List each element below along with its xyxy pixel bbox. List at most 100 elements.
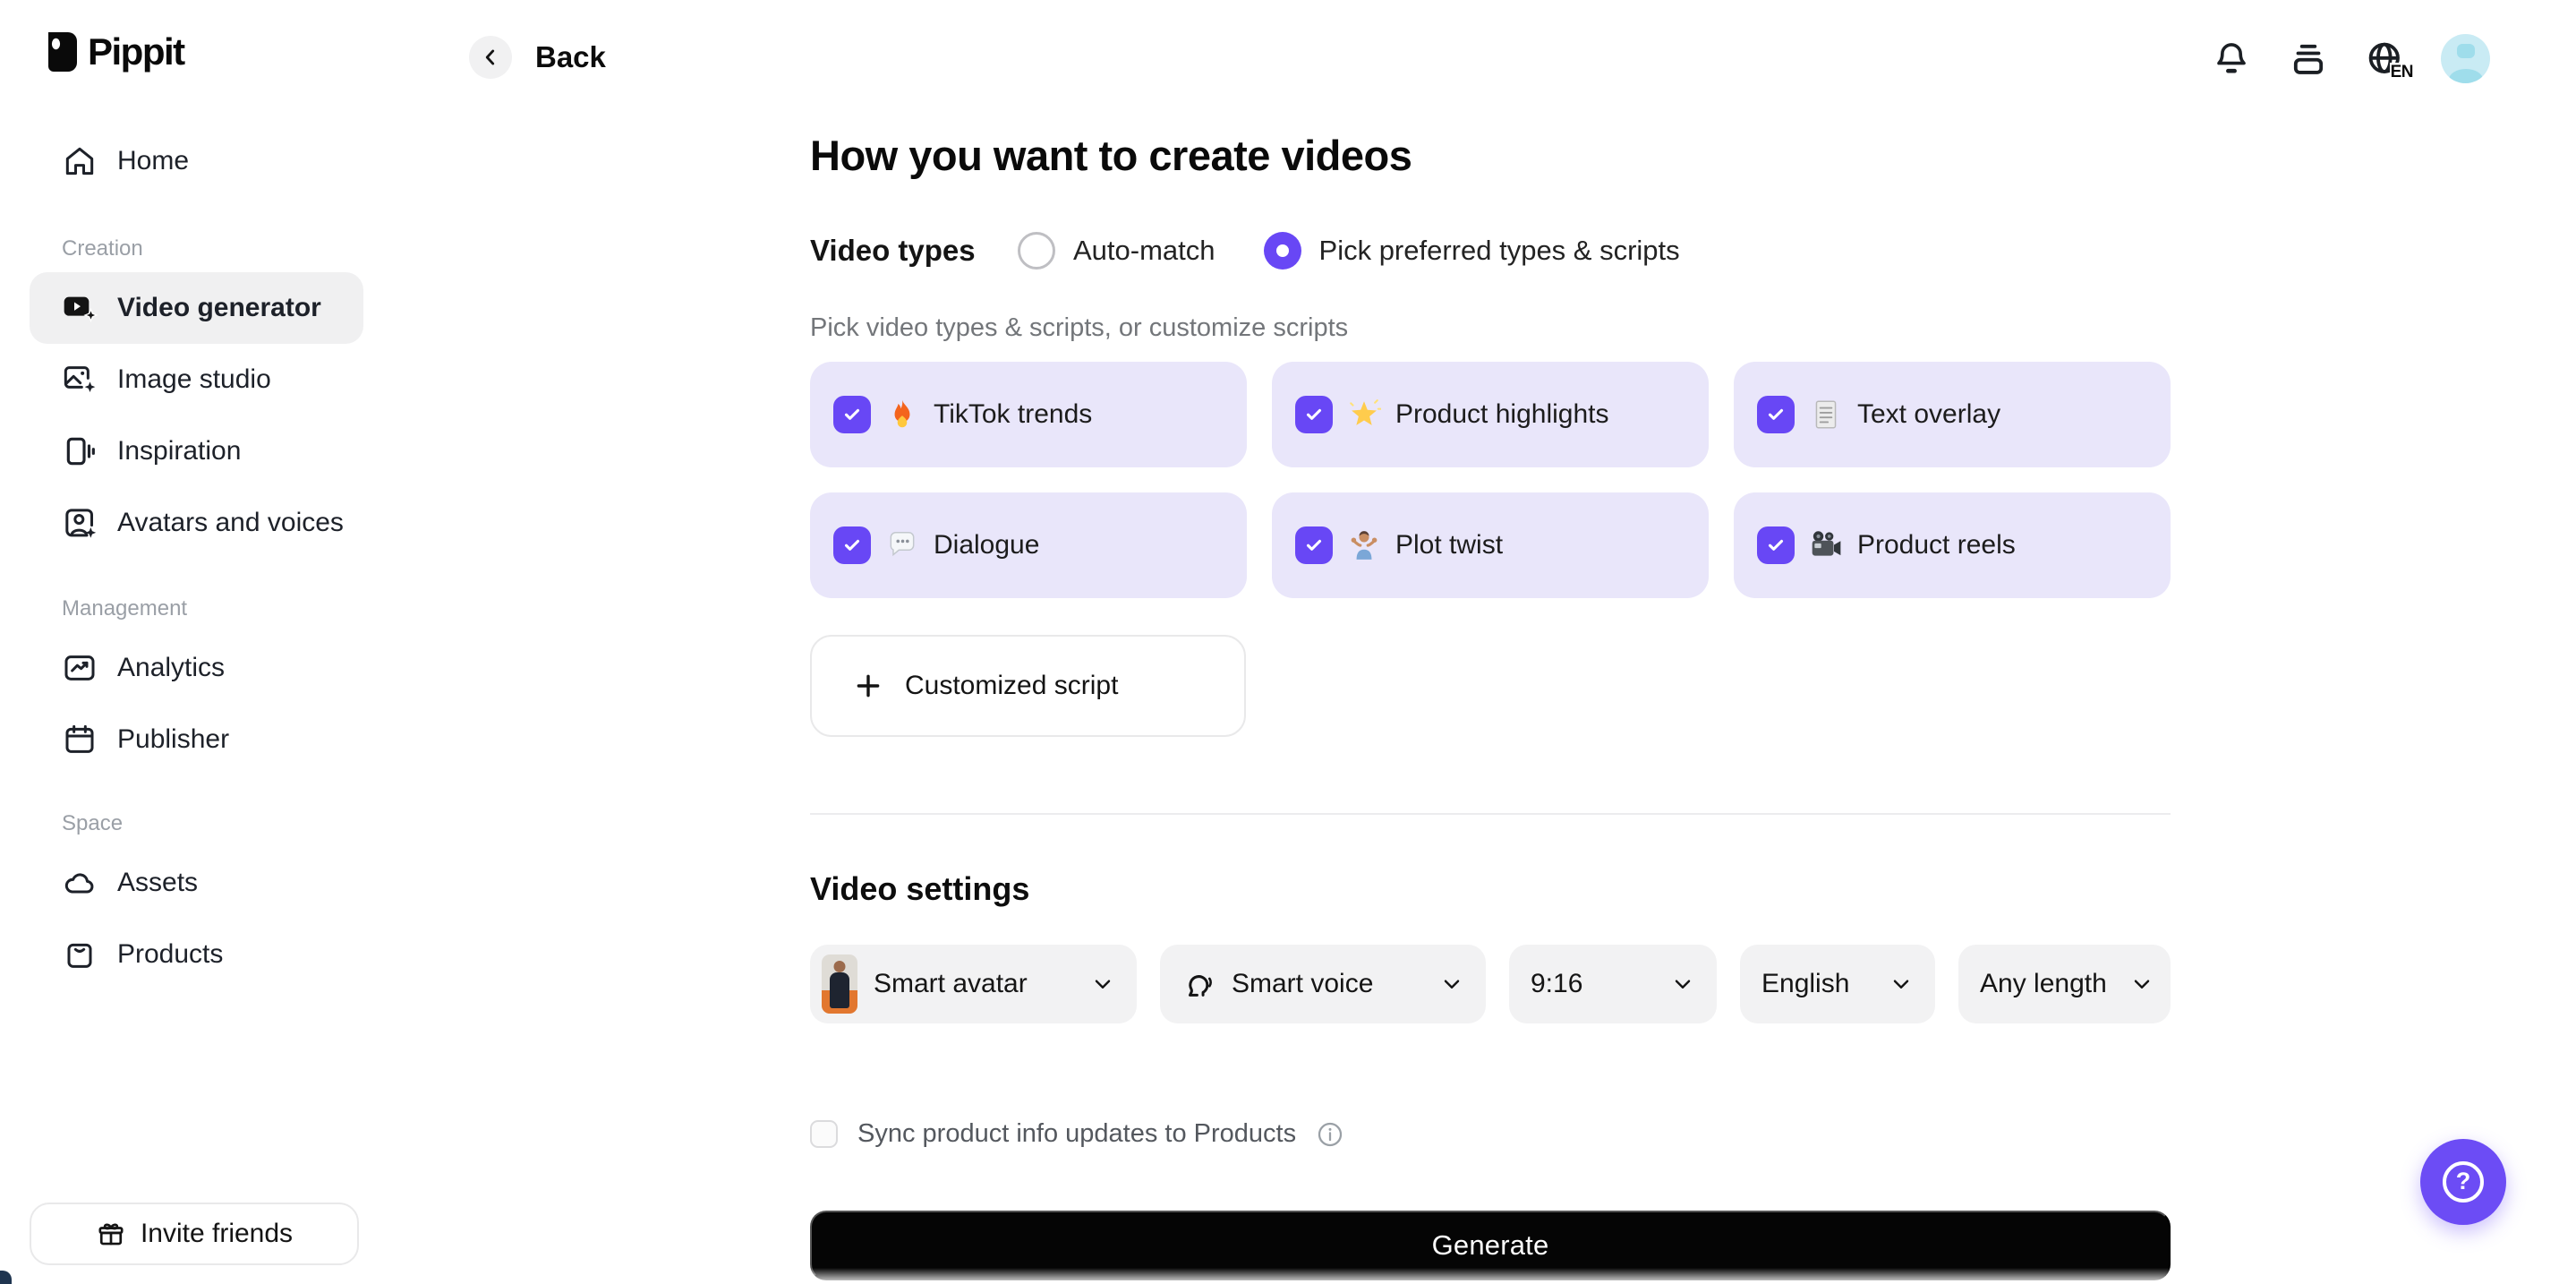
pippit-app: Pippit Back EN Home Creation Video gener… bbox=[0, 0, 2576, 1284]
back-circle[interactable] bbox=[469, 36, 512, 79]
sidebar-item-video-generator[interactable]: Video generator bbox=[30, 272, 363, 344]
radio-pick-preferred-label: Pick preferred types & scripts bbox=[1318, 235, 1680, 266]
user-avatar[interactable] bbox=[2441, 34, 2490, 83]
movie-camera-emoji-icon bbox=[1812, 531, 1841, 556]
sidebar-section-management: Management bbox=[62, 596, 188, 621]
customized-script-label: Customized script bbox=[905, 671, 1119, 700]
video-settings-dropdowns: Smart avatar Smart voice 9:16 English An… bbox=[810, 945, 2171, 1023]
chevron-down-icon bbox=[1444, 980, 1460, 989]
back-label: Back bbox=[535, 40, 606, 73]
products-bag-icon bbox=[67, 943, 92, 968]
pippit-logo-icon bbox=[48, 32, 77, 72]
sidebar-item-image-studio[interactable]: Image studio bbox=[30, 344, 363, 415]
sidebar-item-analytics[interactable]: Analytics bbox=[30, 632, 363, 704]
card-label: Text overlay bbox=[1857, 399, 2001, 429]
sidebar: Home Creation Video generator Image stud… bbox=[0, 106, 394, 990]
language-dropdown[interactable]: English bbox=[1740, 945, 1935, 1023]
sidebar-item-label: Inspiration bbox=[117, 436, 242, 466]
card-text-overlay[interactable]: Text overlay bbox=[1734, 362, 2171, 467]
language-globe-icon[interactable]: EN bbox=[2364, 38, 2414, 82]
card-label: Plot twist bbox=[1395, 530, 1504, 560]
analytics-icon bbox=[64, 655, 95, 681]
checkbox-checked-icon[interactable] bbox=[1295, 526, 1333, 564]
sync-products-row: Sync product info updates to Products bbox=[810, 1119, 1344, 1149]
video-generator-icon bbox=[64, 296, 98, 323]
help-button[interactable]: ? bbox=[2420, 1139, 2506, 1225]
notifications-bell-icon[interactable] bbox=[2210, 38, 2253, 81]
sidebar-item-products[interactable]: Products bbox=[30, 919, 363, 990]
avatars-and-voices-icon bbox=[65, 509, 97, 538]
page-title: How you want to create videos bbox=[810, 132, 1412, 179]
smart-voice-dropdown[interactable]: Smart voice bbox=[1160, 945, 1486, 1023]
sidebar-section-creation: Creation bbox=[62, 236, 143, 261]
chevron-down-icon bbox=[1675, 980, 1691, 989]
sidebar-item-label: Video generator bbox=[117, 293, 321, 322]
sidebar-item-label: Avatars and voices bbox=[117, 508, 344, 537]
radio-auto-match-label: Auto-match bbox=[1073, 235, 1215, 266]
radio-auto-match[interactable]: Auto-match bbox=[1018, 232, 1215, 270]
language-label: EN bbox=[2389, 62, 2414, 82]
pippit-logo[interactable]: Pippit bbox=[43, 30, 185, 73]
sidebar-item-label: Assets bbox=[117, 868, 199, 897]
page-emoji-icon bbox=[1815, 400, 1837, 429]
card-product-reels[interactable]: Product reels bbox=[1734, 492, 2171, 598]
info-icon[interactable] bbox=[1316, 1120, 1344, 1149]
chevron-down-icon bbox=[1095, 980, 1111, 989]
invite-friends-label: Invite friends bbox=[140, 1219, 294, 1248]
checkbox-checked-icon[interactable] bbox=[1757, 396, 1795, 433]
card-tiktok-trends[interactable]: TikTok trends bbox=[810, 362, 1247, 467]
sync-checkbox-unchecked[interactable] bbox=[810, 1120, 838, 1148]
video-types-row: Video types Auto-match Pick preferred ty… bbox=[810, 227, 1680, 274]
image-studio-icon bbox=[64, 366, 96, 392]
sidebar-item-avatars-and-voices[interactable]: Avatars and voices bbox=[30, 487, 363, 559]
brand-name: Pippit bbox=[88, 30, 185, 73]
checkbox-checked-icon[interactable] bbox=[1295, 396, 1333, 433]
sidebar-item-assets[interactable]: Assets bbox=[30, 847, 363, 919]
checkbox-checked-icon[interactable] bbox=[833, 526, 871, 564]
video-types-hint: Pick video types & scripts, or customize… bbox=[810, 313, 1349, 342]
generate-button[interactable]: Generate bbox=[810, 1211, 2171, 1280]
smart-voice-label: Smart voice bbox=[1232, 969, 1374, 998]
smart-avatar-dropdown[interactable]: Smart avatar bbox=[810, 945, 1137, 1023]
speech-bubble-emoji-icon bbox=[890, 532, 915, 557]
sidebar-item-inspiration[interactable]: Inspiration bbox=[30, 415, 363, 487]
section-divider bbox=[810, 813, 2171, 815]
video-length-dropdown[interactable]: Any length bbox=[1958, 945, 2171, 1023]
checkbox-checked-icon[interactable] bbox=[1757, 526, 1795, 564]
video-settings-title: Video settings bbox=[810, 870, 1030, 907]
shrug-person-emoji-icon bbox=[1351, 531, 1378, 560]
aspect-ratio-dropdown[interactable]: 9:16 bbox=[1509, 945, 1717, 1023]
partially-visible-element bbox=[0, 1271, 12, 1284]
home-icon bbox=[65, 147, 94, 175]
radio-unselected-icon[interactable] bbox=[1018, 232, 1055, 270]
sidebar-item-label: Image studio bbox=[117, 364, 271, 394]
plus-icon bbox=[857, 674, 880, 698]
inspiration-icon bbox=[66, 437, 95, 466]
card-plot-twist[interactable]: Plot twist bbox=[1272, 492, 1709, 598]
assets-cloud-icon bbox=[64, 873, 94, 894]
back-button[interactable]: Back bbox=[469, 36, 606, 79]
smart-avatar-label: Smart avatar bbox=[874, 969, 1028, 998]
chevron-left-icon bbox=[485, 49, 495, 65]
card-label: TikTok trends bbox=[934, 399, 1093, 429]
sync-label: Sync product info updates to Products bbox=[857, 1119, 1297, 1148]
customized-script-button[interactable]: Customized script bbox=[810, 635, 1246, 737]
card-label: Dialogue bbox=[934, 530, 1040, 560]
card-label: Product highlights bbox=[1395, 399, 1609, 429]
checkbox-checked-icon[interactable] bbox=[833, 396, 871, 433]
language-value: English bbox=[1761, 969, 1850, 998]
sidebar-item-home[interactable]: Home bbox=[30, 125, 363, 197]
chevron-down-icon bbox=[1893, 980, 1909, 989]
gift-icon bbox=[98, 1223, 124, 1245]
video-type-cards: TikTok trends Product highlights Text ov… bbox=[810, 362, 2171, 598]
card-dialogue[interactable]: Dialogue bbox=[810, 492, 1247, 598]
workspace-stack-icon[interactable] bbox=[2287, 38, 2330, 81]
card-label: Product reels bbox=[1857, 530, 2016, 560]
sidebar-item-publisher[interactable]: Publisher bbox=[30, 704, 363, 775]
video-length-value: Any length bbox=[1980, 969, 2107, 998]
sidebar-item-label: Analytics bbox=[117, 653, 226, 682]
radio-pick-preferred[interactable]: Pick preferred types & scripts bbox=[1263, 232, 1680, 270]
card-product-highlights[interactable]: Product highlights bbox=[1272, 362, 1709, 467]
radio-selected-icon[interactable] bbox=[1263, 232, 1301, 270]
invite-friends-button[interactable]: Invite friends bbox=[30, 1203, 359, 1265]
